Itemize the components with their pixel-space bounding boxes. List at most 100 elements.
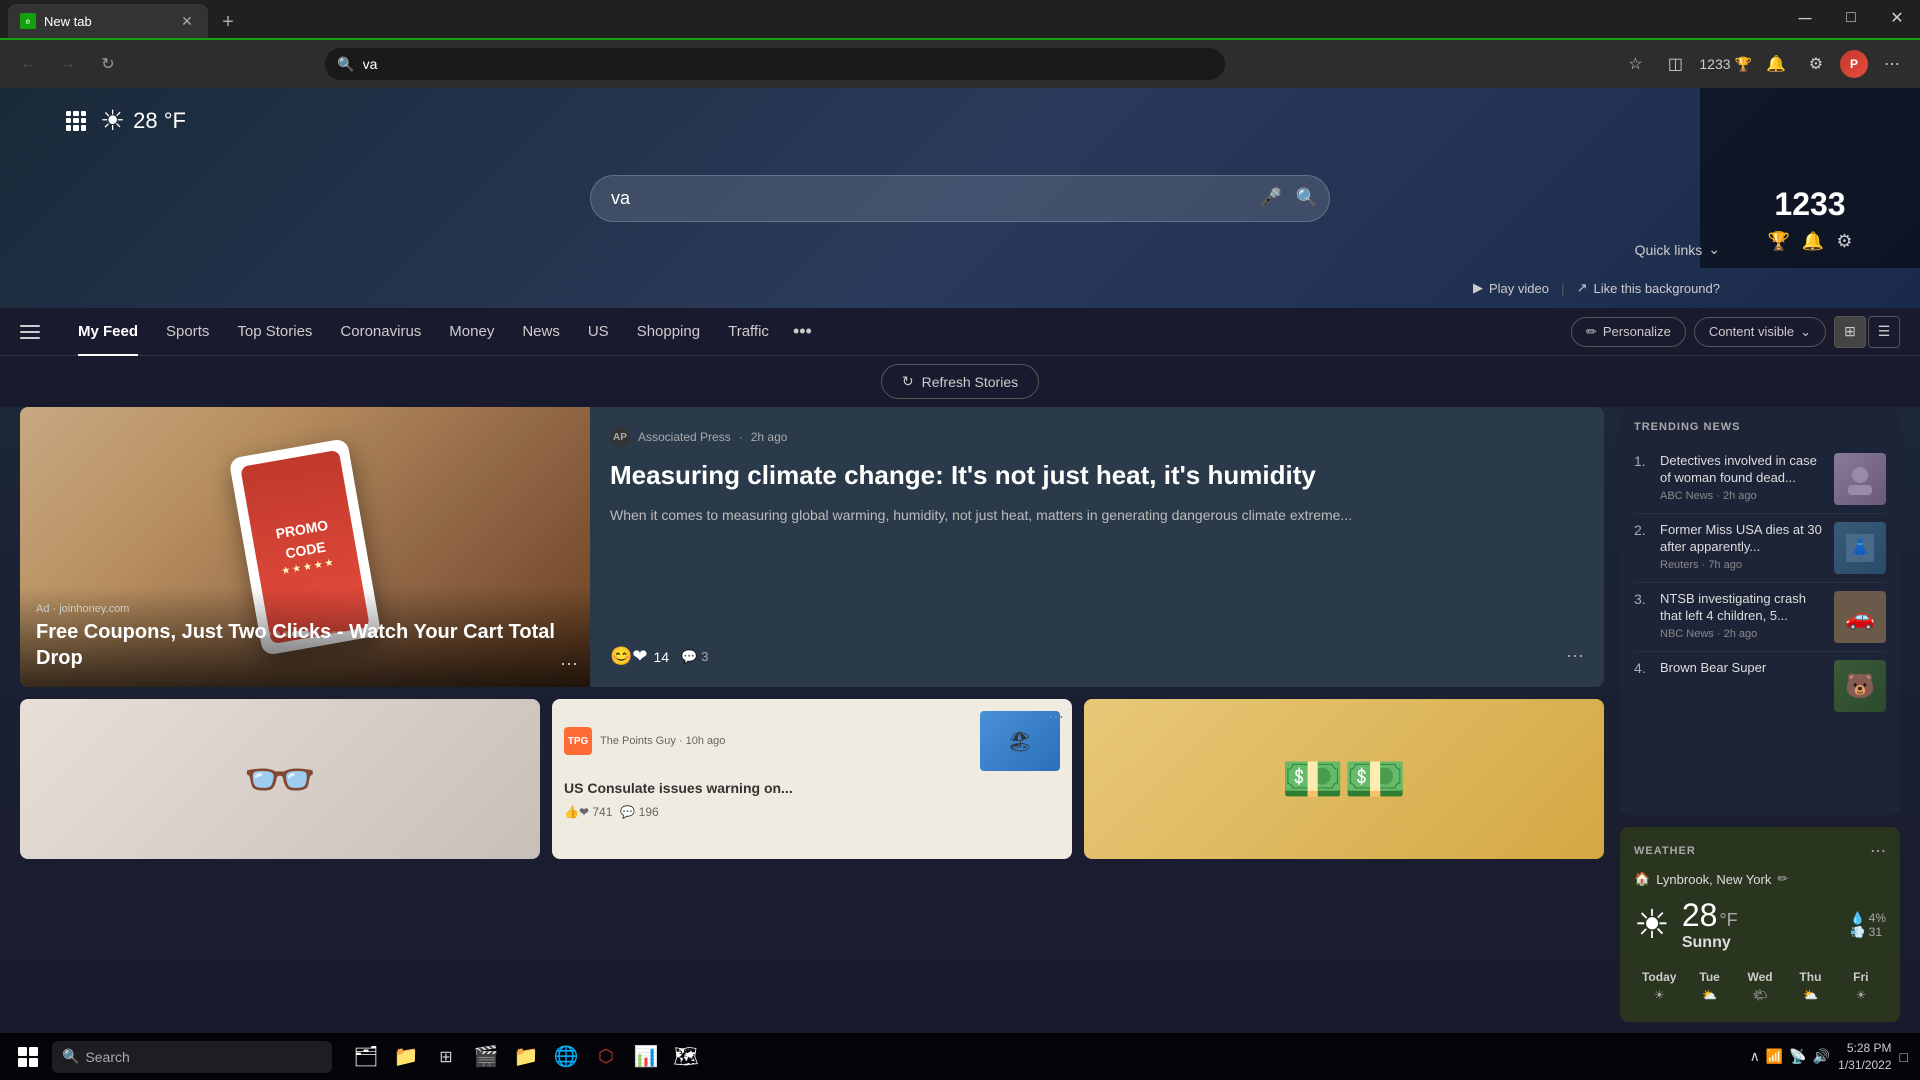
- forward-button[interactable]: →: [52, 48, 84, 80]
- new-tab-button[interactable]: +: [212, 6, 244, 38]
- collections-button[interactable]: ◫: [1659, 48, 1691, 80]
- location-name: Lynbrook, New York: [1656, 872, 1771, 887]
- trending-time-3: 2h ago: [1724, 628, 1758, 640]
- wifi-icon[interactable]: 📡: [1789, 1048, 1806, 1065]
- notifications-button[interactable]: 🔔: [1760, 48, 1792, 80]
- nav-item-label: Money: [449, 323, 494, 340]
- forecast-label: Fri: [1838, 970, 1884, 984]
- more-button[interactable]: ⋯: [1876, 48, 1908, 80]
- minimize-button[interactable]: ─: [1782, 0, 1828, 38]
- nav-more-button[interactable]: •••: [783, 308, 822, 356]
- weather-temperature: 28: [1682, 897, 1718, 934]
- taskbar-app-chrome[interactable]: 🌐: [548, 1039, 584, 1075]
- nav-item-coronavirus[interactable]: Coronavirus: [326, 308, 435, 356]
- nav-item-money[interactable]: Money: [435, 308, 508, 356]
- microphone-icon[interactable]: 🎤: [1260, 188, 1282, 209]
- travel-card-menu[interactable]: ⋯: [1048, 707, 1064, 727]
- volume-icon[interactable]: 🔊: [1813, 1048, 1830, 1065]
- trending-item-2[interactable]: 2. Former Miss USA dies at 30 after appa…: [1634, 514, 1886, 583]
- active-tab[interactable]: e New tab ✕: [8, 4, 208, 38]
- trending-item-3[interactable]: 3. NTSB investigating crash that left 4 …: [1634, 583, 1886, 652]
- close-window-button[interactable]: ✕: [1874, 0, 1920, 38]
- maximize-button[interactable]: □: [1828, 0, 1874, 38]
- taskbar-app-filezilla[interactable]: ⬡: [588, 1039, 624, 1075]
- taskbar-app-calculator[interactable]: 📊: [628, 1039, 664, 1075]
- nav-item-top-stories[interactable]: Top Stories: [223, 308, 326, 356]
- feed-column: PROMO CODE ★★★★★: [20, 407, 1604, 1022]
- trending-item-1[interactable]: 1. Detectives involved in case of woman …: [1634, 445, 1886, 514]
- taskbar-app-folder[interactable]: 📁: [508, 1039, 544, 1075]
- nav-item-news[interactable]: News: [508, 308, 574, 356]
- tab-bar: e New tab ✕ + ─ □ ✕: [0, 0, 1920, 40]
- featured-right-title[interactable]: Measuring climate change: It's not just …: [610, 459, 1584, 493]
- hamburger-line: [20, 331, 40, 333]
- refresh-button[interactable]: ↻: [92, 48, 124, 80]
- comment-count: 💬 3: [681, 649, 708, 665]
- score-display: 1233 🏆: [1699, 56, 1752, 73]
- personalize-button[interactable]: ✏ Personalize: [1571, 317, 1686, 347]
- notification-icon: 🔔: [1802, 231, 1824, 252]
- taskbar-app-file-explorer[interactable]: 📁: [388, 1039, 424, 1075]
- article-menu-button[interactable]: ⋯: [1566, 646, 1584, 667]
- small-card-glasses[interactable]: 👓: [20, 699, 540, 859]
- play-video-button[interactable]: ▶ Play video: [1473, 280, 1549, 296]
- grid-menu-button[interactable]: [60, 105, 92, 137]
- profile-avatar[interactable]: P: [1840, 50, 1868, 78]
- system-clock[interactable]: 5:28 PM 1/31/2022: [1838, 1040, 1891, 1074]
- refresh-icon: ↻: [902, 373, 914, 390]
- trending-thumb-1: [1834, 453, 1886, 505]
- nav-item-my-feed[interactable]: My Feed: [64, 308, 152, 356]
- featured-left-title[interactable]: Free Coupons, Just Two Clicks - Watch Yo…: [36, 619, 574, 671]
- trending-item-4[interactable]: 4. Brown Bear Super 🐻: [1634, 652, 1886, 720]
- taskbar-search[interactable]: 🔍 Search: [52, 1041, 332, 1073]
- taskbar-app-files[interactable]: 🗂: [348, 1039, 384, 1075]
- tab-close-button[interactable]: ✕: [178, 12, 196, 30]
- hamburger-menu-button[interactable]: [20, 316, 52, 348]
- card-menu-button[interactable]: ⋯: [560, 654, 578, 675]
- money-image: 💵💵: [1282, 750, 1407, 809]
- score-value: 1233: [1699, 56, 1730, 72]
- hero-search-input[interactable]: [590, 175, 1330, 222]
- network-icon[interactable]: 📶: [1766, 1048, 1783, 1065]
- settings-button[interactable]: ⚙: [1800, 48, 1832, 80]
- up-arrow-icon[interactable]: ∧: [1750, 1048, 1760, 1065]
- nav-item-shopping[interactable]: Shopping: [623, 308, 714, 356]
- nav-item-traffic[interactable]: Traffic: [714, 308, 783, 356]
- win-quad: [29, 1058, 38, 1067]
- favorites-button[interactable]: ☆: [1619, 48, 1651, 80]
- weather-menu-button[interactable]: ⋯: [1870, 841, 1886, 861]
- start-button[interactable]: [12, 1041, 44, 1073]
- small-card-travel[interactable]: TPG The Points Guy · 10h ago 🏖 US Consul…: [552, 699, 1072, 859]
- reaction-emoji: 😊❤: [610, 646, 648, 667]
- quick-links-container[interactable]: Quick links ⌄: [1635, 241, 1720, 258]
- trending-title: TRENDING NEWS: [1634, 421, 1886, 433]
- address-bar-input-wrap[interactable]: 🔍 va: [325, 48, 1225, 80]
- nav-item-us[interactable]: US: [574, 308, 623, 356]
- weather-card: WEATHER ⋯ 🏠 Lynbrook, New York ✏ ☀ 28: [1620, 827, 1900, 1022]
- nav-item-sports[interactable]: Sports: [152, 308, 223, 356]
- win-quad: [18, 1058, 27, 1067]
- notification-center-icon[interactable]: □: [1900, 1049, 1908, 1065]
- back-button[interactable]: ←: [12, 48, 44, 80]
- settings-icon: ⚙: [1836, 231, 1852, 252]
- edit-location-icon[interactable]: ✏: [1777, 871, 1788, 887]
- content-area: PROMO CODE ★★★★★: [0, 407, 1920, 1032]
- small-card-money[interactable]: 💵💵: [1084, 699, 1604, 859]
- like-bg-label: Like this background?: [1594, 281, 1720, 296]
- taskbar-app-teams[interactable]: 🎬: [468, 1039, 504, 1075]
- address-input[interactable]: va: [363, 56, 1214, 72]
- like-background-button[interactable]: ↗ Like this background?: [1577, 280, 1720, 296]
- refresh-stories-button[interactable]: ↻ Refresh Stories: [881, 364, 1039, 399]
- content-visible-button[interactable]: Content visible ⌄: [1694, 317, 1826, 347]
- trending-num-2: 2.: [1634, 522, 1650, 538]
- trending-num-4: 4.: [1634, 660, 1650, 676]
- travel-source: The Points Guy · 10h ago: [600, 735, 972, 747]
- list-view-button[interactable]: ☰: [1868, 316, 1900, 348]
- time-ago: 2h ago: [751, 430, 788, 444]
- taskbar-app-edge[interactable]: 🗺: [668, 1039, 704, 1075]
- weather-temperature: 28 °F: [133, 108, 186, 134]
- grid-view-button[interactable]: ⊞: [1834, 316, 1866, 348]
- hero-search-button[interactable]: 🔍: [1296, 188, 1318, 209]
- weather-sun-icon: ☀: [100, 104, 125, 137]
- taskbar-app-grid[interactable]: ⊞: [428, 1039, 464, 1075]
